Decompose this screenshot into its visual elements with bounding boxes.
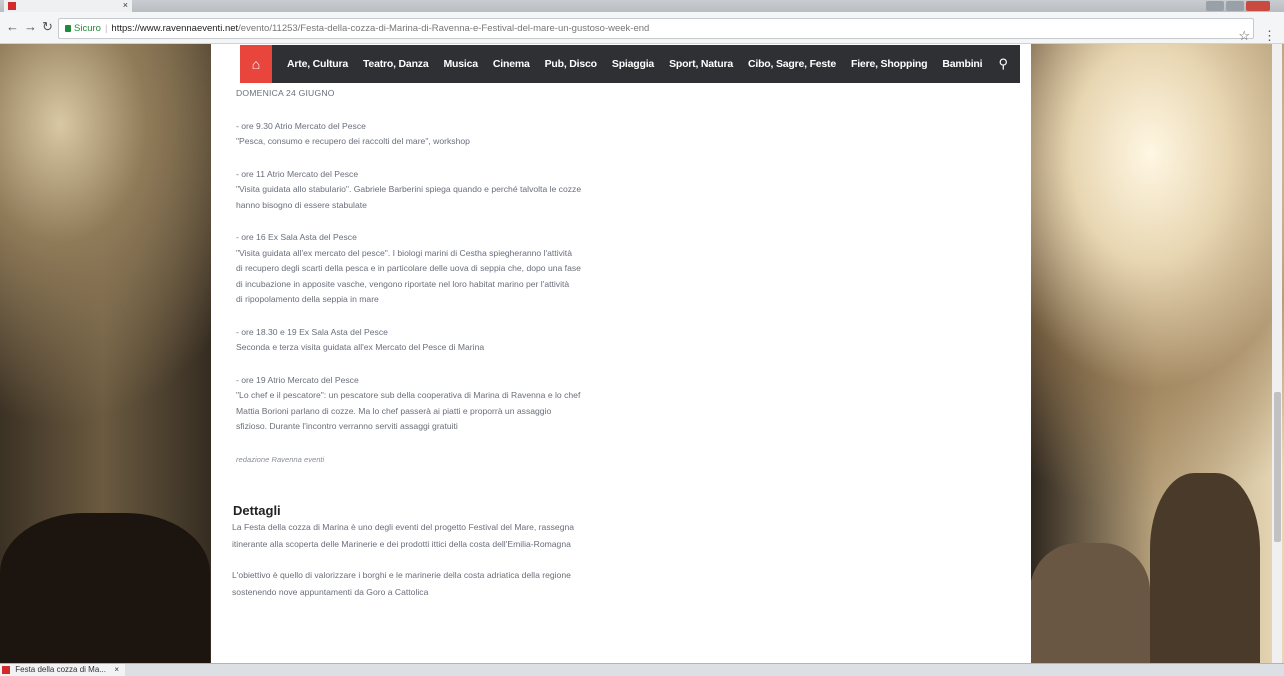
event-description: "Visita guidata all'ex mercato del pesce… bbox=[236, 247, 572, 258]
nav-item-teatro-danza[interactable]: Teatro, Danza bbox=[363, 58, 429, 70]
details-line: sostenendo nove appuntamenti da Goro a C… bbox=[232, 586, 429, 597]
main-navigation: ⌂ Arte, Cultura Teatro, Danza Musica Cin… bbox=[240, 45, 1020, 83]
nav-item-cibo-sagre-feste[interactable]: Cibo, Sagre, Feste bbox=[748, 58, 836, 70]
taskbar: Festa della cozza di Ma... × bbox=[0, 663, 1284, 676]
nav-item-sport-natura[interactable]: Sport, Natura bbox=[669, 58, 733, 70]
background-crowd-right-2 bbox=[1150, 473, 1260, 663]
event-description: "Lo chef e il pescatore": un pescatore s… bbox=[236, 390, 581, 400]
minimize-window-button[interactable] bbox=[1206, 1, 1224, 11]
taskbar-window-title: Festa della cozza di Ma... bbox=[15, 665, 106, 674]
nav-item-spiaggia[interactable]: Spiaggia bbox=[612, 58, 654, 70]
event-description: "Pesca, consumo e recupero dei raccolti … bbox=[236, 136, 470, 146]
url-host: https://www.ravennaeventi.net bbox=[111, 23, 239, 34]
event-description: "Visita guidata allo stabulario". Gabrie… bbox=[236, 184, 582, 194]
event-time-place: - ore 16 Ex Sala Asta del Pesce bbox=[236, 232, 357, 242]
nav-item-fiere-shopping[interactable]: Fiere, Shopping bbox=[851, 58, 928, 70]
background-crowd-right bbox=[1030, 543, 1150, 663]
nav-item-musica[interactable]: Musica bbox=[443, 58, 478, 70]
details-line: itinerante alla scoperta delle Marinerie… bbox=[232, 538, 571, 549]
taskbar-window-button[interactable]: Festa della cozza di Ma... × bbox=[0, 664, 125, 676]
details-line: L'obiettivo è quello di valorizzare i bo… bbox=[232, 570, 571, 580]
background-crowd-left bbox=[0, 513, 210, 663]
program-date: DOMENICA 24 GIUGNO bbox=[236, 88, 335, 98]
home-icon[interactable]: ⌂ bbox=[240, 45, 272, 83]
event-time-place: - ore 18.30 e 19 Ex Sala Asta del Pesce bbox=[236, 326, 388, 337]
site-favicon-icon bbox=[8, 2, 16, 10]
browser-toolbar: ← → ↻ Sicuro | https://www.ravennaeventi.n… bbox=[0, 12, 1284, 44]
event-time-place: - ore 19 Atrio Mercato del Pesce bbox=[236, 374, 359, 385]
nav-item-cinema[interactable]: Cinema bbox=[493, 58, 530, 70]
tab-close-icon[interactable]: × bbox=[123, 0, 128, 11]
secure-label: Sicuro bbox=[74, 23, 101, 34]
details-section: La Festa della cozza di Marina è uno deg… bbox=[232, 519, 627, 615]
browser-tab[interactable]: × bbox=[4, 0, 132, 12]
nav-item-arte-cultura[interactable]: Arte, Cultura bbox=[287, 58, 348, 70]
site-favicon-icon bbox=[2, 666, 10, 674]
back-arrow-icon[interactable]: ← bbox=[6, 19, 19, 34]
page-scrollbar[interactable] bbox=[1272, 44, 1282, 663]
browser-menu-icon[interactable]: ⋮ bbox=[1263, 28, 1276, 44]
event-description: hanno bisogno di essere stabulate bbox=[236, 199, 367, 210]
details-paragraph: L'obiettivo è quello di valorizzare i bo… bbox=[232, 567, 627, 600]
reload-icon[interactable]: ↻ bbox=[42, 19, 53, 35]
maximize-window-button[interactable] bbox=[1226, 1, 1244, 11]
forward-arrow-icon[interactable]: → bbox=[24, 19, 37, 34]
window-controls bbox=[1206, 1, 1270, 11]
details-paragraph: La Festa della cozza di Marina è uno deg… bbox=[232, 519, 627, 552]
details-line: La Festa della cozza di Marina è uno deg… bbox=[232, 522, 575, 532]
url-path: /evento/11253/Festa-della-cozza-di-Marin… bbox=[238, 23, 650, 34]
event-time-place: - ore 9.30 Atrio Mercato del Pesce bbox=[236, 120, 366, 131]
event-description: sfizioso. Durante l'incontro verranno se… bbox=[236, 421, 458, 431]
event-description: Seconda e terza visita guidata all'ex Me… bbox=[236, 342, 485, 352]
nav-item-pub-disco[interactable]: Pub, Disco bbox=[545, 58, 597, 70]
event-description: di incubazione in apposite vasche, vengo… bbox=[236, 278, 570, 289]
page-viewport: ⌂ Arte, Cultura Teatro, Danza Musica Cin… bbox=[0, 44, 1284, 663]
address-bar[interactable]: Sicuro | https://www.ravennaeventi.net/eve… bbox=[58, 18, 1254, 39]
event-description: di ripopolamento della seppia in mare bbox=[236, 294, 379, 304]
editorial-credit: redazione Ravenna eventi bbox=[236, 454, 325, 464]
scrollbar-thumb[interactable] bbox=[1274, 392, 1281, 542]
event-description: di recupero degli scarti della pesca e i… bbox=[236, 263, 581, 273]
bookmark-star-icon[interactable]: ☆ bbox=[1238, 28, 1250, 44]
event-program: DOMENICA 24 GIUGNO - ore 9.30 Atrio Merc… bbox=[236, 86, 626, 467]
event-description: Mattia Borioni parlano di cozze. Ma lo c… bbox=[236, 405, 552, 416]
browser-tabbar: × bbox=[0, 0, 1284, 12]
event-time-place: - ore 11 Atrio Mercato del Pesce bbox=[236, 168, 359, 179]
section-title-dettagli: Dettagli bbox=[233, 502, 281, 518]
taskbar-close-icon[interactable]: × bbox=[114, 664, 119, 676]
close-window-button[interactable] bbox=[1246, 1, 1270, 11]
search-icon[interactable]: ⚲ bbox=[998, 56, 1008, 72]
lock-icon bbox=[65, 25, 71, 32]
nav-item-bambini[interactable]: Bambini bbox=[942, 58, 982, 70]
